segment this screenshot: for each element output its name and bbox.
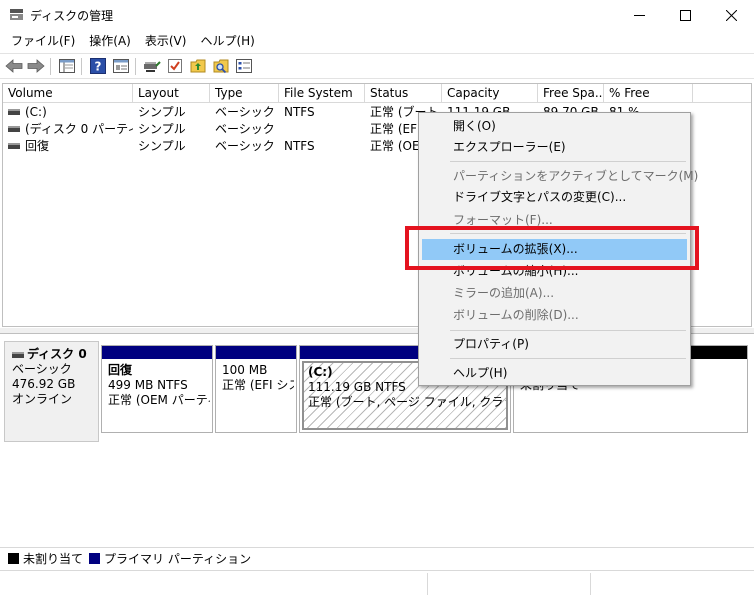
- volume-fs: NTFS: [284, 139, 315, 153]
- menu-bar: ファイル(F) 操作(A) 表示(V) ヘルプ(H): [0, 30, 754, 52]
- partition-size: 100 MB: [222, 363, 268, 377]
- volume-icon: [8, 142, 20, 149]
- partition-recovery[interactable]: 回復 499 MB NTFS 正常 (OEM パーティシ: [101, 345, 213, 433]
- partition-size: 499 MB NTFS: [108, 378, 188, 392]
- legend: 未割り当て プライマリ パーティション: [0, 547, 754, 569]
- toolbar-separator: [81, 58, 82, 75]
- legend-primary: プライマリ パーティション: [104, 552, 252, 566]
- volume-icon: [8, 125, 20, 132]
- disk-size: 476.92 GB: [12, 377, 76, 391]
- menu-delete-volume[interactable]: ボリュームの削除(D)...: [422, 305, 687, 326]
- disk-name: ディスク 0: [27, 347, 87, 361]
- menu-add-mirror[interactable]: ミラーの追加(A)...: [422, 283, 687, 304]
- volume-layout: シンプル: [138, 139, 186, 153]
- disk-0-label[interactable]: ディスク 0 ベーシック 476.92 GB オンライン: [4, 341, 99, 442]
- menu-open[interactable]: 開く(O): [422, 116, 687, 137]
- volume-type: ベーシック: [215, 122, 275, 136]
- toolbar: ?: [0, 53, 754, 79]
- menu-view[interactable]: 表示(V): [138, 31, 194, 51]
- disk-state: オンライン: [12, 392, 73, 406]
- disk-management-icon: [9, 8, 24, 21]
- toolbar-separator: [135, 58, 136, 75]
- volume-fs: NTFS: [284, 105, 315, 119]
- maximize-button[interactable]: [662, 0, 708, 30]
- title-bar: ディスクの管理: [0, 0, 754, 30]
- highlight-callout: [405, 226, 699, 270]
- connect-drive-icon[interactable]: [142, 57, 162, 75]
- volume-fs: [279, 121, 365, 138]
- partition-status: 正常 (ブート, ページ ファイル, クラッシュ ダン: [308, 395, 506, 409]
- forward-arrow-icon[interactable]: [26, 57, 46, 75]
- menu-separator: [450, 358, 686, 359]
- status-bar: [0, 570, 754, 596]
- primary-partition-swatch: [89, 553, 101, 564]
- help-icon[interactable]: ?: [88, 57, 108, 75]
- unallocated-swatch: [8, 553, 19, 564]
- volume-name: 回復: [25, 139, 50, 153]
- partition-status: 正常 (EFI シス: [222, 378, 294, 392]
- disk-type: ベーシック: [12, 362, 72, 376]
- show-hide-tree-icon[interactable]: [57, 57, 77, 75]
- svg-text:?: ?: [95, 60, 102, 74]
- volume-layout: シンプル: [138, 105, 186, 119]
- close-button[interactable]: [708, 0, 754, 30]
- menu-mark-active[interactable]: パーティションをアクティブとしてマーク(M): [422, 166, 698, 187]
- column-layout[interactable]: Layout: [133, 84, 210, 103]
- menu-action[interactable]: 操作(A): [82, 31, 138, 51]
- menu-help[interactable]: ヘルプ(H): [193, 31, 261, 51]
- disk-icon: [12, 351, 24, 358]
- minimize-button[interactable]: [616, 0, 662, 30]
- column-status[interactable]: Status: [365, 84, 442, 103]
- volume-name: (ディスク 0 パーティシ...: [25, 122, 133, 136]
- menu-separator: [450, 161, 686, 162]
- search-folder-icon[interactable]: [211, 57, 231, 75]
- list-view-icon[interactable]: [234, 57, 254, 75]
- column-volume[interactable]: Volume: [3, 84, 133, 103]
- menu-change-drive-letter[interactable]: ドライブ文字とパスの変更(C)...: [422, 187, 687, 208]
- back-arrow-icon[interactable]: [4, 57, 24, 75]
- folder-up-icon[interactable]: [188, 57, 208, 75]
- toolbar-separator: [50, 58, 51, 75]
- check-icon[interactable]: [165, 57, 185, 75]
- column-file-system[interactable]: File System: [279, 84, 365, 103]
- volume-type: ベーシック: [215, 139, 275, 153]
- menu-properties[interactable]: プロパティ(P): [422, 334, 687, 355]
- menu-separator: [450, 330, 686, 331]
- menu-explorer[interactable]: エクスプローラー(E): [422, 137, 687, 158]
- menu-file[interactable]: ファイル(F): [4, 31, 82, 51]
- partition-bar: [216, 346, 296, 359]
- column-capacity[interactable]: Capacity: [442, 84, 538, 103]
- list-header: Volume Layout Type File System Status Ca…: [3, 84, 751, 103]
- column-type[interactable]: Type: [210, 84, 279, 103]
- partition-bar: [102, 346, 212, 359]
- properties-icon[interactable]: [111, 57, 131, 75]
- partition-efi[interactable]: 100 MB 正常 (EFI シス: [215, 345, 297, 433]
- partition-status: 正常 (OEM パーティシ: [108, 393, 210, 407]
- window-title: ディスクの管理: [30, 9, 114, 23]
- menu-help-item[interactable]: ヘルプ(H): [422, 363, 687, 384]
- column-percent-free[interactable]: % Free: [604, 84, 693, 103]
- legend-unallocated: 未割り当て: [23, 552, 84, 566]
- volume-type: ベーシック: [215, 105, 275, 119]
- column-free-space[interactable]: Free Spa...: [538, 84, 604, 103]
- partition-name: 回復: [108, 363, 133, 377]
- volume-name: (C:): [25, 105, 47, 119]
- volume-icon: [8, 108, 20, 115]
- volume-layout: シンプル: [138, 122, 186, 136]
